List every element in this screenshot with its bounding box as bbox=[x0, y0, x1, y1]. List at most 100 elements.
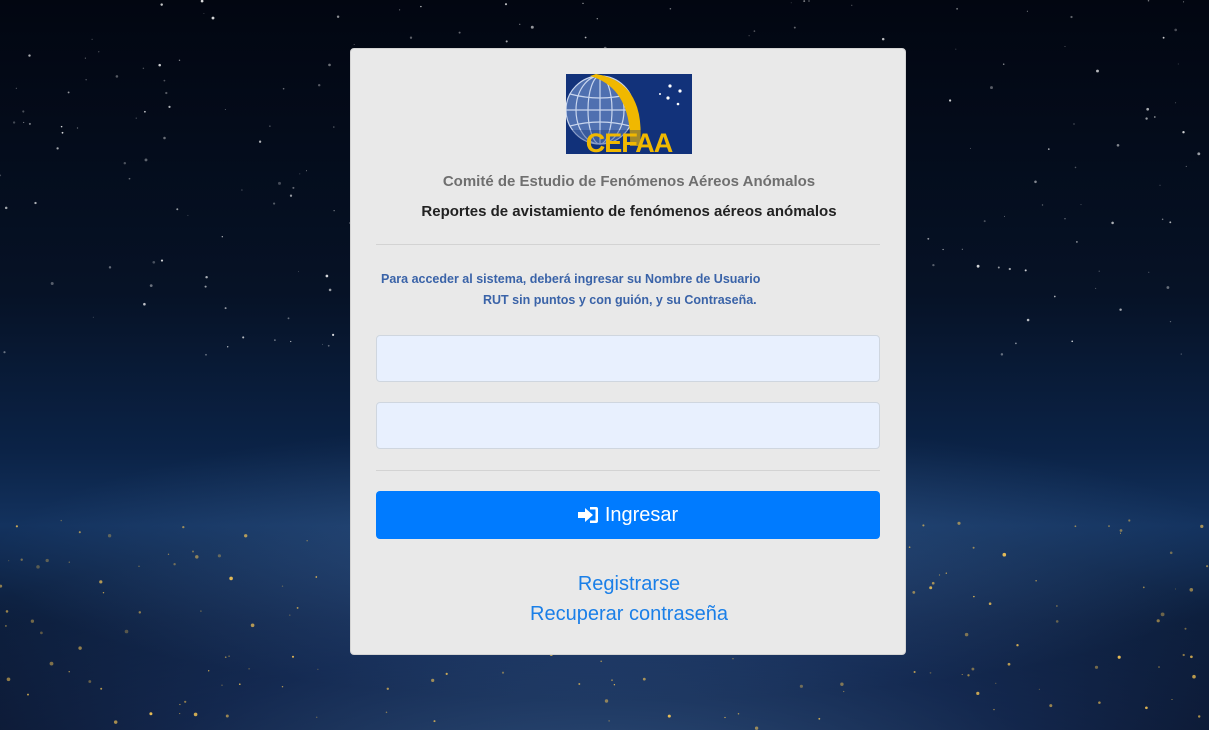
city-light bbox=[244, 534, 248, 538]
star bbox=[1095, 287, 1097, 289]
city-light bbox=[113, 720, 118, 724]
city-light bbox=[913, 670, 916, 674]
city-light bbox=[99, 580, 103, 584]
city-light bbox=[149, 712, 153, 716]
city-light bbox=[1189, 588, 1194, 592]
city-light bbox=[228, 655, 230, 658]
star bbox=[1002, 63, 1005, 65]
city-light bbox=[289, 614, 291, 616]
star bbox=[1146, 107, 1150, 111]
star bbox=[203, 13, 205, 14]
login-instructions: Para acceder al sistema, deberá ingresar… bbox=[381, 269, 821, 311]
register-link[interactable]: Registrarse bbox=[351, 573, 907, 596]
star bbox=[221, 236, 223, 238]
instructions-line-1: Para acceder al sistema, deberá ingresar… bbox=[381, 272, 761, 286]
star bbox=[1004, 215, 1005, 217]
star bbox=[1074, 166, 1077, 169]
password-input[interactable] bbox=[376, 402, 880, 449]
star bbox=[205, 353, 207, 356]
star bbox=[948, 99, 952, 102]
city-light bbox=[912, 591, 916, 594]
star bbox=[1182, 131, 1185, 134]
star bbox=[1185, 165, 1187, 167]
star bbox=[530, 25, 534, 29]
star bbox=[955, 48, 957, 50]
city-light bbox=[1094, 665, 1099, 669]
city-light bbox=[8, 560, 10, 562]
login-card: CEFAA Comité de Estudio de Fenómenos Aér… bbox=[350, 48, 906, 655]
star bbox=[92, 316, 94, 318]
star bbox=[1119, 308, 1122, 311]
city-light bbox=[1184, 627, 1187, 630]
star bbox=[1041, 204, 1044, 206]
star bbox=[241, 189, 243, 191]
star bbox=[1000, 353, 1004, 356]
star bbox=[269, 125, 271, 127]
city-light bbox=[1160, 612, 1165, 617]
star bbox=[143, 302, 146, 306]
star bbox=[1015, 342, 1017, 345]
city-light bbox=[1108, 525, 1110, 528]
star bbox=[23, 121, 25, 123]
star bbox=[15, 87, 17, 89]
city-light bbox=[971, 667, 975, 671]
city-light bbox=[501, 671, 505, 674]
header-divider bbox=[376, 244, 880, 245]
city-light bbox=[1169, 551, 1173, 555]
city-light bbox=[600, 660, 603, 663]
star bbox=[168, 105, 171, 109]
city-light bbox=[908, 546, 911, 549]
star bbox=[224, 307, 227, 310]
city-light bbox=[49, 661, 54, 666]
star bbox=[582, 2, 584, 4]
recover-password-link[interactable]: Recuperar contraseña bbox=[351, 603, 907, 626]
star bbox=[163, 136, 166, 140]
star bbox=[353, 43, 355, 46]
star bbox=[1111, 221, 1114, 225]
organization-name: Comité de Estudio de Fenómenos Aéreos An… bbox=[442, 173, 816, 190]
city-light bbox=[578, 683, 581, 685]
city-light bbox=[604, 699, 609, 703]
star bbox=[135, 117, 137, 119]
city-light bbox=[961, 673, 963, 676]
city-light bbox=[667, 714, 671, 718]
star bbox=[278, 181, 281, 185]
star bbox=[1047, 148, 1050, 150]
city-light bbox=[431, 678, 435, 683]
city-light bbox=[613, 684, 616, 686]
star bbox=[1145, 117, 1148, 120]
star bbox=[205, 275, 208, 279]
city-light bbox=[250, 623, 255, 628]
city-light bbox=[229, 576, 233, 581]
city-light bbox=[281, 585, 284, 587]
star bbox=[1161, 218, 1164, 221]
star bbox=[1180, 353, 1182, 355]
login-button[interactable]: Ingresar bbox=[376, 491, 880, 539]
star bbox=[149, 284, 153, 287]
star bbox=[881, 37, 885, 41]
city-light bbox=[1117, 655, 1121, 659]
star bbox=[1177, 63, 1179, 65]
star bbox=[976, 264, 980, 268]
star bbox=[282, 87, 285, 90]
city-light bbox=[1038, 688, 1041, 691]
star bbox=[290, 340, 292, 343]
city-light bbox=[1182, 653, 1185, 657]
star bbox=[519, 23, 521, 25]
city-light bbox=[1145, 706, 1148, 710]
city-light bbox=[1056, 605, 1058, 607]
star bbox=[61, 131, 64, 134]
city-light bbox=[1128, 519, 1131, 522]
username-input[interactable] bbox=[376, 335, 880, 382]
star bbox=[224, 109, 226, 110]
city-light bbox=[138, 565, 140, 567]
star bbox=[328, 288, 332, 292]
star bbox=[227, 346, 229, 348]
city-light bbox=[4, 624, 7, 627]
star bbox=[333, 210, 335, 212]
city-light bbox=[281, 685, 284, 688]
city-light bbox=[78, 646, 82, 650]
star bbox=[1116, 143, 1120, 147]
star bbox=[91, 38, 93, 41]
star bbox=[1162, 36, 1165, 39]
